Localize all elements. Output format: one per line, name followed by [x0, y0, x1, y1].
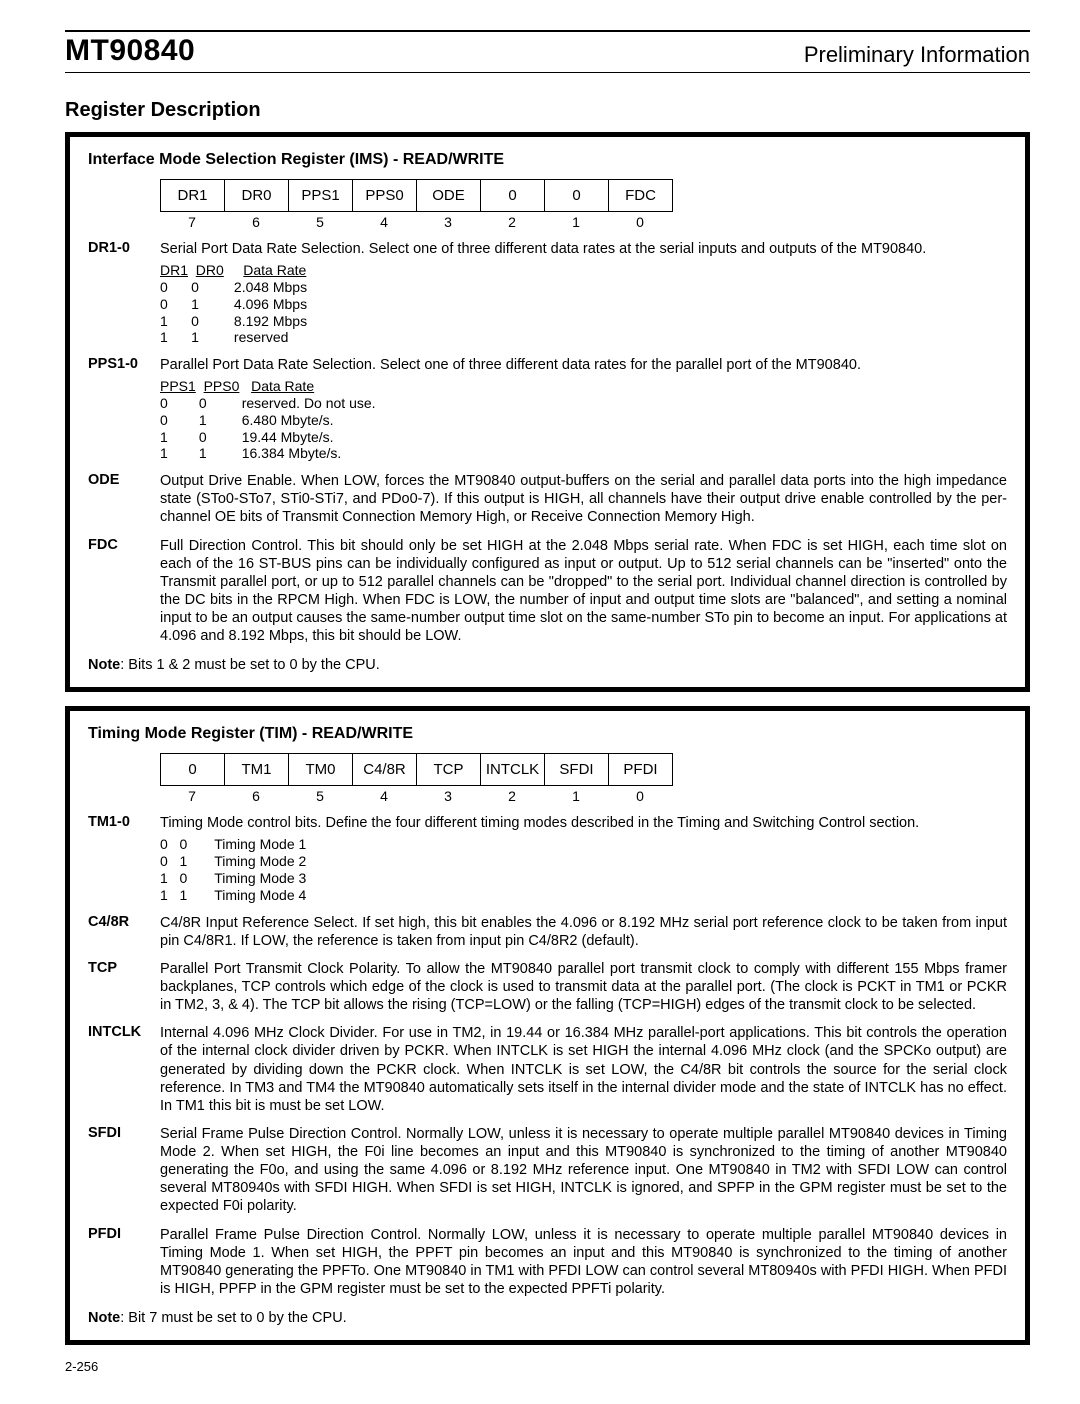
bit-cell: FDC [609, 180, 673, 212]
bit-num: 1 [544, 214, 608, 230]
dr-row: 0 1 4.096 Mbps [160, 296, 307, 312]
pps-row: 0 1 6.480 Mbyte/s. [160, 412, 334, 428]
bit-cell: SFDI [545, 754, 609, 786]
register-ims-title: Interface Mode Selection Register (IMS) … [88, 151, 1007, 169]
tim-bit-table: 0 TM1 TM0 C4/8R TCP INTCLK SFDI PFDI [160, 753, 1007, 786]
field-label-dr10: DR1-0 [88, 240, 160, 346]
note-text: : Bits 1 & 2 must be set to 0 by the CPU… [120, 657, 380, 673]
ims-note: Note: Bits 1 & 2 must be set to 0 by the… [88, 657, 1007, 673]
field-desc-pfdi: Parallel Frame Pulse Direction Control. … [160, 1226, 1007, 1299]
bit-num: 0 [608, 788, 672, 804]
bit-cell: PPS0 [353, 180, 417, 212]
tim-bit-numbers: 7 6 5 4 3 2 1 0 [160, 788, 1007, 804]
dr-hdr3: Data Rate [243, 262, 306, 278]
bit-num: 2 [480, 788, 544, 804]
bit-cell: DR0 [225, 180, 289, 212]
bit-cell: PFDI [609, 754, 673, 786]
bit-cell: PPS1 [289, 180, 353, 212]
bit-cell: TM0 [289, 754, 353, 786]
tm-row: 0 0 Timing Mode 1 [160, 836, 306, 852]
note-prefix: Note [88, 1310, 120, 1326]
tim-note: Note: Bit 7 must be set to 0 by the CPU. [88, 1310, 1007, 1326]
pps-row: 1 0 19.44 Mbyte/s. [160, 429, 334, 445]
bit-num: 3 [416, 214, 480, 230]
dr-row: 1 1 reserved [160, 329, 288, 345]
register-tim-title: Timing Mode Register (TIM) - READ/WRITE [88, 725, 1007, 743]
field-desc-c48r: C4/8R Input Reference Select. If set hig… [160, 914, 1007, 950]
ims-bit-numbers: 7 6 5 4 3 2 1 0 [160, 214, 1007, 230]
field-desc-dr10: Serial Port Data Rate Selection. Select … [160, 240, 1007, 346]
dr-row: 1 0 8.192 Mbps [160, 313, 307, 329]
page-header: MT90840 Preliminary Information [65, 34, 1030, 72]
field-desc-fdc: Full Direction Control. This bit should … [160, 537, 1007, 646]
bit-cell: INTCLK [481, 754, 545, 786]
bit-num: 3 [416, 788, 480, 804]
pps-hdr2: PPS0 [204, 378, 240, 394]
header-bottom-rule [65, 72, 1030, 73]
register-ims-box: Interface Mode Selection Register (IMS) … [65, 132, 1030, 692]
pps-row: 1 1 16.384 Mbyte/s. [160, 445, 341, 461]
bit-num: 6 [224, 214, 288, 230]
pps-table: PPS1 PPS0 Data Rate 0 0 reserved. Do not… [160, 378, 1007, 462]
bit-num: 5 [288, 214, 352, 230]
field-label-intclk: INTCLK [88, 1024, 160, 1115]
field-desc-ode: Output Drive Enable. When LOW, forces th… [160, 472, 1007, 526]
bit-cell: 0 [545, 180, 609, 212]
tm-table: 0 0 Timing Mode 1 0 1 Timing Mode 2 1 0 … [160, 836, 1007, 903]
register-tim-box: Timing Mode Register (TIM) - READ/WRITE … [65, 706, 1030, 1345]
field-desc-tm10: Timing Mode control bits. Define the fou… [160, 814, 1007, 903]
field-label-pfdi: PFDI [88, 1226, 160, 1299]
bit-num: 4 [352, 214, 416, 230]
section-title: Register Description [65, 99, 1030, 122]
field-label-fdc: FDC [88, 537, 160, 646]
dr-table: DR1 DR0 Data Rate 0 0 2.048 Mbps 0 1 4.0… [160, 262, 1007, 346]
bit-num: 2 [480, 214, 544, 230]
ims-bit-table: DR1 DR0 PPS1 PPS0 ODE 0 0 FDC [160, 179, 1007, 212]
bit-cell: TM1 [225, 754, 289, 786]
field-desc-intclk: Internal 4.096 MHz Clock Divider. For us… [160, 1024, 1007, 1115]
tm-row: 0 1 Timing Mode 2 [160, 853, 306, 869]
tm10-text: Timing Mode control bits. Define the fou… [160, 815, 919, 831]
field-label-pps10: PPS1-0 [88, 356, 160, 462]
bit-cell: C4/8R [353, 754, 417, 786]
pps10-text: Parallel Port Data Rate Selection. Selec… [160, 357, 861, 373]
field-label-tcp: TCP [88, 960, 160, 1014]
bit-num: 5 [288, 788, 352, 804]
bit-num: 6 [224, 788, 288, 804]
bit-cell: ODE [417, 180, 481, 212]
dr10-text: Serial Port Data Rate Selection. Select … [160, 241, 926, 257]
bit-num: 1 [544, 788, 608, 804]
dr-row: 0 0 2.048 Mbps [160, 279, 307, 295]
part-number: MT90840 [65, 34, 195, 68]
field-desc-sfdi: Serial Frame Pulse Direction Control. No… [160, 1125, 1007, 1216]
bit-num: 4 [352, 788, 416, 804]
field-desc-tcp: Parallel Port Transmit Clock Polarity. T… [160, 960, 1007, 1014]
dr-hdr1: DR1 [160, 262, 188, 278]
pps-hdr3: Data Rate [251, 378, 314, 394]
bit-cell: 0 [161, 754, 225, 786]
dr-hdr2: DR0 [196, 262, 224, 278]
field-label-c48r: C4/8R [88, 914, 160, 950]
header-top-rule [65, 30, 1030, 32]
note-text: : Bit 7 must be set to 0 by the CPU. [120, 1310, 346, 1326]
pps-hdr1: PPS1 [160, 378, 196, 394]
bit-num: 7 [160, 214, 224, 230]
note-prefix: Note [88, 657, 120, 673]
tm-row: 1 0 Timing Mode 3 [160, 870, 306, 886]
field-label-sfdi: SFDI [88, 1125, 160, 1216]
header-right-text: Preliminary Information [804, 42, 1030, 68]
page-number: 2-256 [65, 1359, 1030, 1374]
bit-num: 0 [608, 214, 672, 230]
bit-cell: DR1 [161, 180, 225, 212]
bit-num: 7 [160, 788, 224, 804]
bit-cell: TCP [417, 754, 481, 786]
bit-cell: 0 [481, 180, 545, 212]
field-label-tm10: TM1-0 [88, 814, 160, 903]
pps-row: 0 0 reserved. Do not use. [160, 395, 376, 411]
field-label-ode: ODE [88, 472, 160, 526]
field-desc-pps10: Parallel Port Data Rate Selection. Selec… [160, 356, 1007, 462]
tm-row: 1 1 Timing Mode 4 [160, 887, 306, 903]
